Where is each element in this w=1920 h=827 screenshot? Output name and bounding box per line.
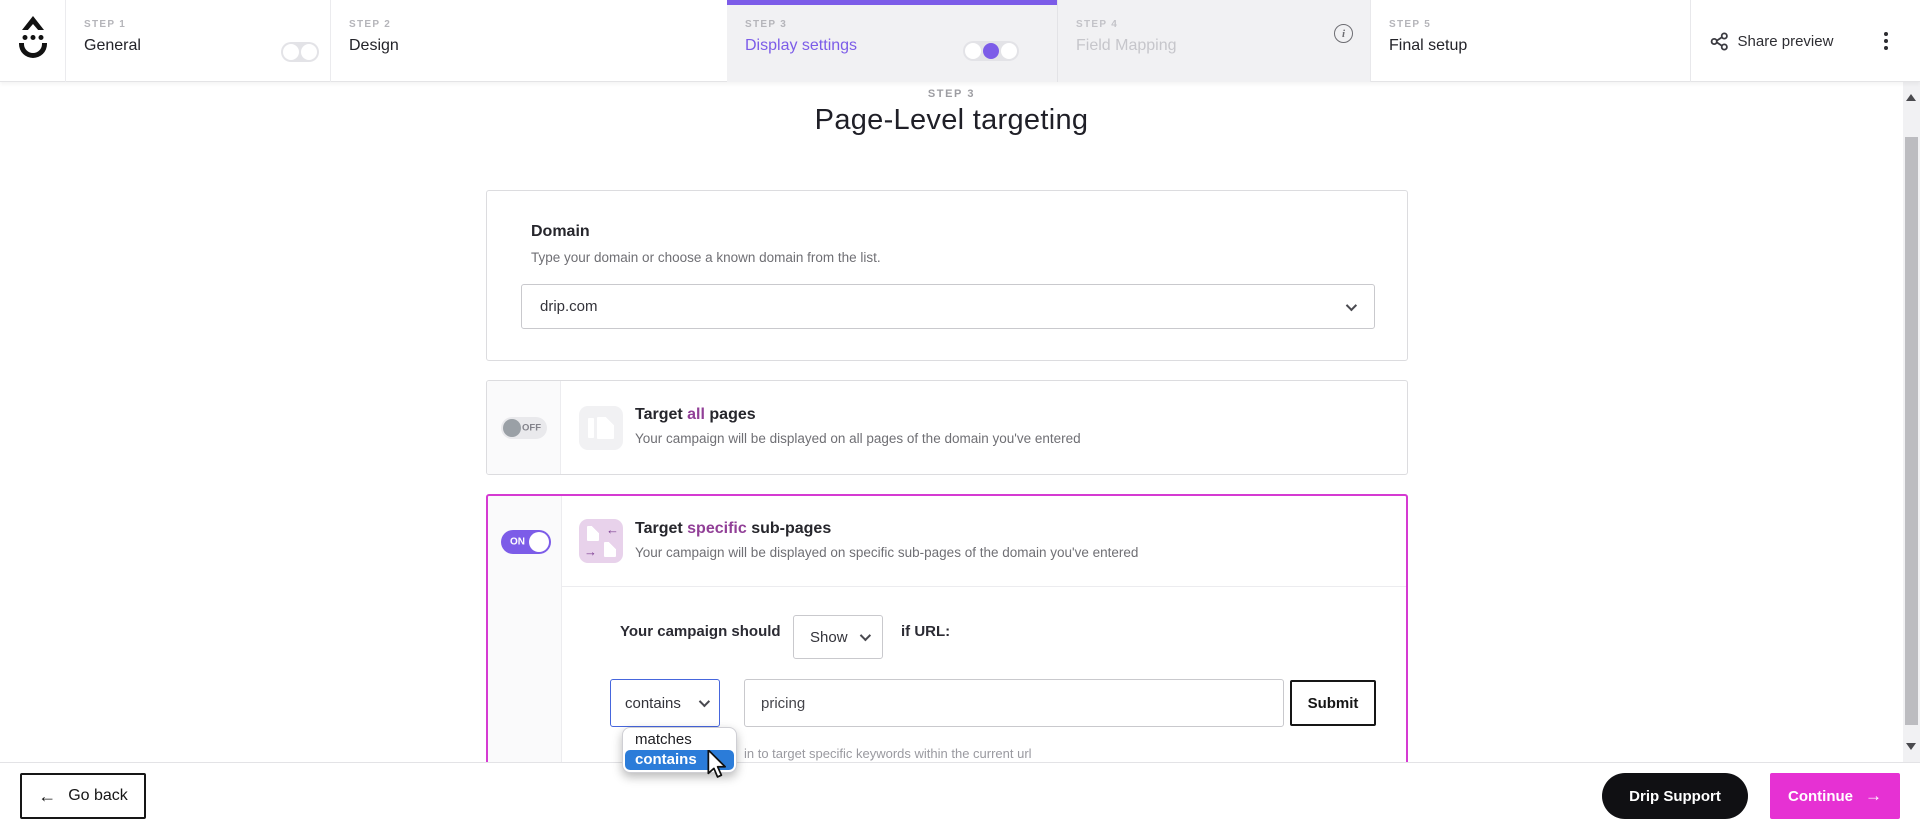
toggle-state-label: OFF [522, 422, 541, 434]
vertical-scrollbar[interactable] [1903, 82, 1920, 762]
kebab-menu-icon[interactable] [1852, 0, 1920, 82]
tab-step1-general[interactable]: STEP 1 General [66, 0, 330, 82]
toggle-state-label: ON [510, 536, 525, 548]
url-condition-select[interactable]: contains [610, 679, 720, 727]
submit-button[interactable]: Submit [1290, 680, 1376, 726]
page-step-eyebrow: STEP 3 [927, 88, 976, 100]
page-title: Page-Level targeting [814, 104, 1089, 136]
all-pages-title-highlight: all [687, 406, 705, 423]
drip-support-button[interactable]: Drip Support [1602, 773, 1748, 819]
campaign-builder-window: STEP 3 Page-Level targeting Domain Type … [0, 0, 1920, 827]
tab-step4-field-mapping[interactable]: STEP 4 Field Mapping [1057, 0, 1370, 82]
all-pages-toggle-column: OFF [487, 381, 561, 474]
target-all-pages-card: OFF Target all pages Your campaign will … [486, 380, 1408, 475]
go-back-label: Go back [68, 787, 128, 804]
tab-step5-final-setup[interactable]: STEP 5 Final setup [1370, 0, 1690, 82]
all-pages-icon [579, 406, 623, 450]
toggle-knob [529, 532, 549, 552]
if-url-label: if URL: [901, 623, 951, 640]
scroll-down-arrow-icon[interactable] [1906, 743, 1916, 750]
mouse-cursor [707, 750, 727, 778]
toggle-knob [503, 419, 521, 437]
main-content: STEP 3 Page-Level targeting Domain Type … [0, 82, 1903, 827]
continue-label: Continue [1788, 787, 1853, 805]
footer-bar: ← Go back Drip Support Continue → [0, 762, 1920, 827]
specific-pages-toggle[interactable]: ON [501, 530, 551, 554]
drip-logo[interactable] [0, 0, 66, 82]
all-pages-title: Target all pages [635, 406, 756, 423]
specific-subpages-icon: ← → [579, 519, 623, 563]
domain-select-value: drip.com [540, 298, 598, 315]
scrollbar-thumb[interactable] [1905, 137, 1918, 725]
arrow-left-icon: ← [38, 786, 57, 806]
arrow-right-icon: → [1865, 786, 1882, 805]
share-preview-button[interactable]: Share preview [1690, 0, 1852, 82]
step3-progress-dots [963, 41, 1019, 61]
url-keyword-input[interactable] [744, 679, 1284, 727]
specific-subpages-title: Target specific sub-pages [635, 520, 832, 537]
tab-step2-design[interactable]: STEP 2 Design [330, 0, 727, 82]
dropdown-option-matches[interactable]: matches [625, 730, 734, 750]
wizard-header: STEP 1 General STEP 2 Design STEP 3 Disp… [0, 0, 1920, 82]
all-pages-toggle[interactable]: OFF [501, 417, 547, 439]
chevron-down-icon [1345, 299, 1358, 311]
chevron-down-icon [698, 695, 711, 708]
step1-progress-dots [281, 42, 319, 62]
show-select-value: Show [810, 628, 848, 646]
share-preview-label: Share preview [1737, 32, 1834, 50]
domain-card: Domain Type your domain or choose a know… [486, 190, 1408, 361]
domain-card-description: Type your domain or choose a known domai… [531, 250, 881, 265]
url-helper-text: in to target specific keywords within th… [744, 746, 1032, 761]
scroll-up-arrow-icon[interactable] [1906, 94, 1916, 101]
condition-select-value: contains [625, 694, 681, 712]
all-pages-description: Your campaign will be displayed on all p… [635, 431, 1081, 446]
domain-card-title: Domain [531, 223, 590, 240]
continue-button[interactable]: Continue → [1770, 773, 1900, 819]
rule-label: Your campaign should [620, 623, 781, 640]
share-icon [1710, 32, 1728, 50]
card-divider [562, 586, 1406, 587]
info-icon[interactable]: i [1334, 24, 1353, 43]
domain-select[interactable]: drip.com [521, 284, 1375, 329]
go-back-button[interactable]: ← Go back [20, 773, 146, 819]
specific-subpages-title-highlight: specific [687, 520, 747, 537]
show-hide-select[interactable]: Show [793, 615, 883, 659]
chevron-down-icon [859, 629, 872, 642]
specific-subpages-description: Your campaign will be displayed on speci… [635, 545, 1139, 560]
